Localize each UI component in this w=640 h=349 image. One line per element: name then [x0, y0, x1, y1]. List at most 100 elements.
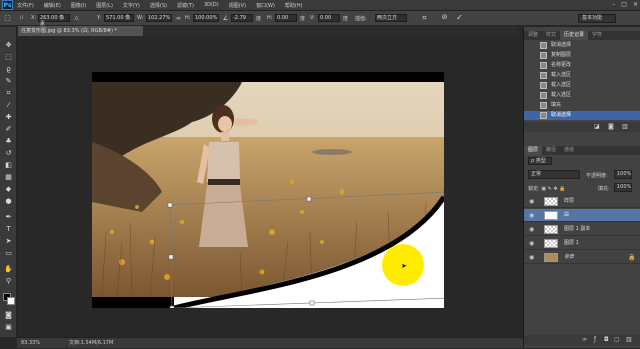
history-item[interactable]: 载入选区 [524, 91, 640, 100]
vskew-field[interactable]: 0.00 [318, 14, 340, 22]
fill-label: 填充: [598, 186, 610, 192]
menu-3d[interactable]: 3D(D) [204, 2, 219, 8]
tab-history[interactable]: 历史记录 [560, 31, 589, 40]
shape-tool-icon[interactable]: ▭ [4, 249, 13, 258]
visibility-eye-icon[interactable]: ◉ [529, 209, 534, 222]
tab-styles[interactable]: 样式 [542, 31, 560, 40]
quick-mask-icon[interactable]: ◙ [4, 311, 13, 320]
document-info: 文档:1.54M/6.17M [69, 340, 114, 346]
history-item[interactable]: 取消选择 [524, 41, 640, 50]
history-item[interactable]: 名称更改 [524, 61, 640, 70]
pen-tool-icon[interactable]: ✒ [4, 213, 13, 222]
quick-select-tool-icon[interactable]: ✎ [4, 77, 13, 86]
warp-icon[interactable]: ⌗ [420, 14, 429, 23]
mask-icon[interactable]: ◘ [604, 336, 609, 343]
menu-edit[interactable]: 编辑(E) [44, 2, 61, 9]
menu-file[interactable]: 文件(F) [17, 2, 34, 9]
hskew-field[interactable]: 0.00 [275, 14, 297, 22]
delta-icon: △ [74, 15, 79, 21]
layer-row[interactable]: ◉ 样层 [524, 195, 640, 208]
x-field[interactable]: 263.00 像素 [38, 14, 70, 27]
move-tool-icon[interactable]: ✥ [4, 41, 13, 50]
history-item[interactable]: 载入选区 [524, 71, 640, 80]
tab-character[interactable]: 字符 [588, 31, 606, 40]
angle-field[interactable]: -2.79 [231, 14, 253, 22]
menu-select[interactable]: 选择(S) [150, 2, 167, 9]
menu-type[interactable]: 文字(Y) [123, 2, 140, 9]
screen-mode-icon[interactable]: ▣ [4, 323, 13, 332]
tab-adjustments[interactable]: 调整 [524, 31, 542, 40]
layer-name: 背景 [564, 254, 575, 260]
angle-unit: 度 [256, 16, 262, 22]
type-tool-icon[interactable]: T [4, 225, 13, 234]
transform-tool-icon[interactable]: ⬚ [3, 14, 12, 23]
vskew-unit: 度 [343, 16, 349, 22]
document-tab[interactable]: 任意变形图.jpg @ 83.3% (白, RGB/8#) * [18, 26, 143, 36]
menu-image[interactable]: 图像(I) [71, 2, 86, 9]
layer-row[interactable]: ◉ 背景 🔒 [524, 251, 640, 264]
workspace-select[interactable]: 基本功能 [578, 14, 616, 23]
camera-icon[interactable]: ◙ [608, 123, 614, 130]
brush-tool-icon[interactable]: ✐ [4, 125, 13, 134]
marquee-tool-icon[interactable]: ⬚ [4, 53, 13, 62]
gradient-tool-icon[interactable]: ▦ [4, 173, 13, 182]
eyedropper-tool-icon[interactable]: ⁄ [4, 101, 13, 110]
fill-field[interactable]: 100% [614, 183, 632, 192]
layer-row-selected[interactable]: ◉ 白 [524, 209, 640, 222]
h-field[interactable]: 100.00% [193, 14, 219, 22]
minimize-icon[interactable]: – [612, 1, 615, 8]
interp-select[interactable]: 两次立方 [375, 14, 407, 22]
blur-tool-icon[interactable]: ◆ [4, 185, 13, 194]
hskew-unit: 度 [300, 16, 306, 22]
trash-icon[interactable]: ▥ [622, 123, 628, 130]
new-layer-icon[interactable]: ▢ [614, 336, 620, 343]
y-field[interactable]: 571.00 像 [104, 14, 134, 22]
menu-filter[interactable]: 滤镜(T) [177, 2, 194, 9]
restore-icon[interactable]: □ [621, 1, 627, 8]
lasso-tool-icon[interactable]: ϱ [4, 65, 13, 74]
layer-row[interactable]: ◉ 图层 1 副本 [524, 223, 640, 236]
snapshot-icon[interactable]: ◪ [594, 123, 600, 130]
zoom-tool-icon[interactable]: ⚲ [4, 277, 13, 286]
opacity-field[interactable]: 100% [614, 170, 632, 179]
link-icon[interactable]: ∞ [174, 14, 183, 23]
link-layers-icon[interactable]: ∞ [582, 336, 587, 343]
cancel-icon[interactable]: ⊘ [440, 13, 449, 22]
history-item[interactable]: 填充 [524, 101, 640, 110]
blend-mode-select[interactable]: 正常 [528, 170, 580, 179]
tab-paths[interactable]: 路径 [542, 146, 560, 155]
reference-point-icon[interactable]: ⁞⁞ [17, 14, 26, 23]
history-item[interactable]: 载入选区 [524, 81, 640, 90]
visibility-eye-icon[interactable]: ◉ [529, 237, 534, 250]
eraser-tool-icon[interactable]: ◧ [4, 161, 13, 170]
visibility-eye-icon[interactable]: ◉ [529, 223, 534, 236]
dodge-tool-icon[interactable]: ● [4, 197, 13, 206]
history-brush-tool-icon[interactable]: ↺ [4, 149, 13, 158]
background-color-swatch[interactable] [7, 297, 15, 305]
hand-tool-icon[interactable]: ✋ [4, 265, 13, 274]
history-item-selected[interactable]: 取消选择 [524, 111, 640, 120]
delete-layer-icon[interactable]: ▥ [626, 336, 632, 343]
menu-window[interactable]: 窗口(W) [256, 2, 275, 9]
tab-channels[interactable]: 通道 [560, 146, 578, 155]
fx-icon[interactable]: ƒ [594, 336, 596, 343]
history-item[interactable]: 复制图层 [524, 51, 640, 60]
zoom-level[interactable]: 83.33% [21, 338, 40, 349]
menu-layer[interactable]: 图层(L) [96, 2, 113, 9]
path-select-tool-icon[interactable]: ➤ [4, 237, 13, 246]
healing-brush-tool-icon[interactable]: ✚ [4, 113, 13, 122]
tab-layers[interactable]: 图层 [524, 146, 543, 155]
document-canvas[interactable]: ➤ [92, 72, 444, 308]
visibility-eye-icon[interactable]: ◉ [529, 195, 534, 208]
visibility-eye-icon[interactable]: ◉ [529, 251, 534, 264]
menu-view[interactable]: 视图(V) [229, 2, 246, 9]
clone-stamp-tool-icon[interactable]: ♣ [4, 137, 13, 146]
layer-row[interactable]: ◉ 图层 1 [524, 237, 640, 250]
lock-icon: 🔒 [628, 254, 636, 261]
menu-help[interactable]: 帮助(H) [285, 2, 303, 9]
layer-filter-select[interactable]: ρ 类型 [528, 157, 552, 165]
commit-icon[interactable]: ✓ [455, 13, 464, 22]
close-icon[interactable]: ✕ [633, 1, 638, 8]
crop-tool-icon[interactable]: ⌗ [4, 89, 13, 98]
w-field[interactable]: 102.27% [146, 14, 172, 22]
